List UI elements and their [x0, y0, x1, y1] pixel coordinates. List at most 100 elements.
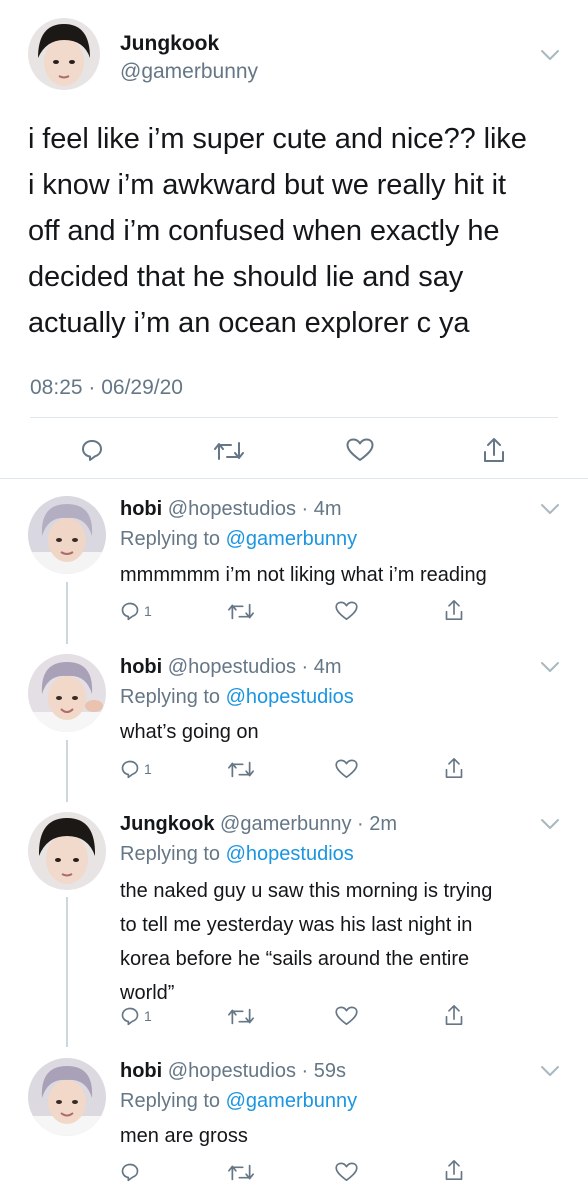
retweet-icon — [228, 603, 254, 620]
replying-to: Replying to @hopestudios — [120, 686, 354, 708]
reply-text-line: men are gross — [120, 1125, 248, 1147]
reply-text-line: the naked guy u saw this morning is tryi… — [120, 880, 493, 902]
divider — [0, 478, 588, 479]
avatar[interactable] — [28, 496, 106, 574]
author-handle[interactable]: @gamerbunny — [120, 60, 258, 84]
share-button[interactable] — [444, 1003, 464, 1027]
retweet-icon — [228, 761, 254, 778]
author-name[interactable]: hobi — [120, 656, 162, 678]
retweet-icon — [228, 1164, 254, 1181]
reply-count: 1 — [144, 761, 152, 777]
author-handle[interactable]: @hopestudios — [168, 656, 296, 678]
replying-to: Replying to @gamerbunny — [120, 528, 358, 550]
thread-connector — [66, 582, 68, 644]
retweet-icon — [228, 1008, 254, 1025]
replying-to: Replying to @gamerbunny — [120, 1090, 358, 1112]
author-handle[interactable]: @hopestudios — [168, 498, 296, 520]
reply-text-line: mmmmmm i’m not liking what i’m reading — [120, 564, 487, 586]
reply-text: what’s going on — [120, 717, 570, 747]
share-icon — [445, 758, 463, 779]
retweet-button[interactable] — [228, 760, 254, 779]
share-button[interactable] — [444, 598, 464, 622]
reply-header: Jungkook @gamerbunny · 2m — [120, 813, 398, 835]
reply-icon — [121, 602, 139, 621]
reply-icon — [121, 1163, 139, 1182]
tweet-text: i feel like i’m super cute and nice?? li… — [28, 116, 568, 346]
author-name[interactable]: Jungkook — [120, 32, 219, 56]
reply-button[interactable]: 1 — [120, 1006, 152, 1026]
reply-age[interactable]: 4m — [314, 656, 342, 678]
tweet-text-line: actually i’m an ocean explorer c ya — [28, 307, 470, 339]
tweet-text-line: decided that he should lie and say — [28, 261, 464, 293]
like-icon — [335, 759, 358, 779]
reply-text-line: what’s going on — [120, 721, 259, 743]
share-button[interactable] — [444, 1158, 464, 1182]
reply-icon — [121, 1007, 139, 1026]
chevron-down-icon[interactable] — [540, 1064, 560, 1083]
like-button[interactable] — [335, 1006, 358, 1026]
chevron-down-icon[interactable] — [540, 660, 560, 679]
mention-link[interactable]: @gamerbunny — [226, 1090, 357, 1112]
like-button[interactable] — [335, 759, 358, 779]
like-icon — [335, 601, 358, 621]
retweet-button[interactable] — [228, 602, 254, 621]
reply-count: 1 — [144, 1008, 152, 1024]
avatar[interactable] — [28, 812, 106, 890]
like-button[interactable] — [346, 438, 374, 462]
reply-icon — [121, 760, 139, 779]
like-button[interactable] — [335, 1162, 358, 1182]
tweet-text-line: i know i’m awkward but we really hit it — [28, 169, 506, 201]
share-icon — [484, 438, 504, 462]
retweet-button[interactable] — [228, 1007, 254, 1026]
like-icon — [346, 438, 374, 461]
reply-age[interactable]: 59s — [314, 1060, 346, 1082]
author-handle[interactable]: @hopestudios — [168, 1060, 296, 1082]
reply-header: hobi @hopestudios · 4m — [120, 656, 342, 678]
mention-link[interactable]: @gamerbunny — [226, 528, 357, 550]
like-icon — [335, 1006, 358, 1026]
like-icon — [335, 1162, 358, 1182]
avatar[interactable] — [28, 654, 106, 732]
thread-connector — [66, 897, 68, 1047]
retweet-icon — [214, 442, 244, 460]
tweet-timestamp[interactable]: 08:25 · 06/29/20 — [30, 376, 183, 400]
mention-link[interactable]: @hopestudios — [226, 686, 354, 708]
reply-age[interactable]: 4m — [314, 498, 342, 520]
share-icon — [445, 1005, 463, 1025]
author-name[interactable]: Jungkook — [120, 813, 214, 835]
author-name[interactable]: hobi — [120, 498, 162, 520]
share-button[interactable] — [482, 436, 506, 464]
reply-button[interactable] — [120, 1162, 144, 1182]
chevron-down-icon[interactable] — [540, 48, 560, 67]
reply-text-line: korea before he “sails around the entire — [120, 948, 470, 970]
reply-text: the naked guy u saw this morning is tryi… — [120, 874, 580, 1010]
share-button[interactable] — [444, 756, 464, 780]
author-name[interactable]: hobi — [120, 1060, 162, 1082]
chevron-down-icon[interactable] — [540, 817, 560, 836]
like-button[interactable] — [335, 601, 358, 621]
reply-text: mmmmmm i’m not liking what i’m reading — [120, 560, 570, 590]
reply-button[interactable]: 1 — [120, 759, 152, 779]
tweet-text-line: i feel like i’m super cute and nice?? li… — [28, 123, 527, 155]
reply-header: hobi @hopestudios · 59s — [120, 1060, 346, 1082]
retweet-button[interactable] — [228, 1163, 254, 1182]
author-handle[interactable]: @gamerbunny — [220, 813, 351, 835]
reply-count: 1 — [144, 603, 152, 619]
reply-button[interactable] — [80, 438, 104, 462]
reply-header: hobi @hopestudios · 4m — [120, 498, 342, 520]
divider — [30, 417, 558, 418]
retweet-button[interactable] — [214, 440, 244, 462]
reply-text-line: to tell me yesterday was his last night … — [120, 914, 473, 936]
mention-link[interactable]: @hopestudios — [226, 843, 354, 865]
reply-age[interactable]: 2m — [369, 813, 397, 835]
share-icon — [445, 1160, 463, 1180]
avatar[interactable] — [28, 18, 100, 90]
tweet-text-line: off and i’m confused when exactly he — [28, 215, 500, 247]
reply-text: men are gross — [120, 1121, 570, 1151]
reply-button[interactable]: 1 — [120, 601, 152, 621]
avatar[interactable] — [28, 1058, 106, 1136]
chevron-down-icon[interactable] — [540, 502, 560, 521]
thread-connector — [66, 740, 68, 802]
replying-to: Replying to @hopestudios — [120, 843, 354, 865]
reply-text-line: world” — [120, 982, 175, 1004]
